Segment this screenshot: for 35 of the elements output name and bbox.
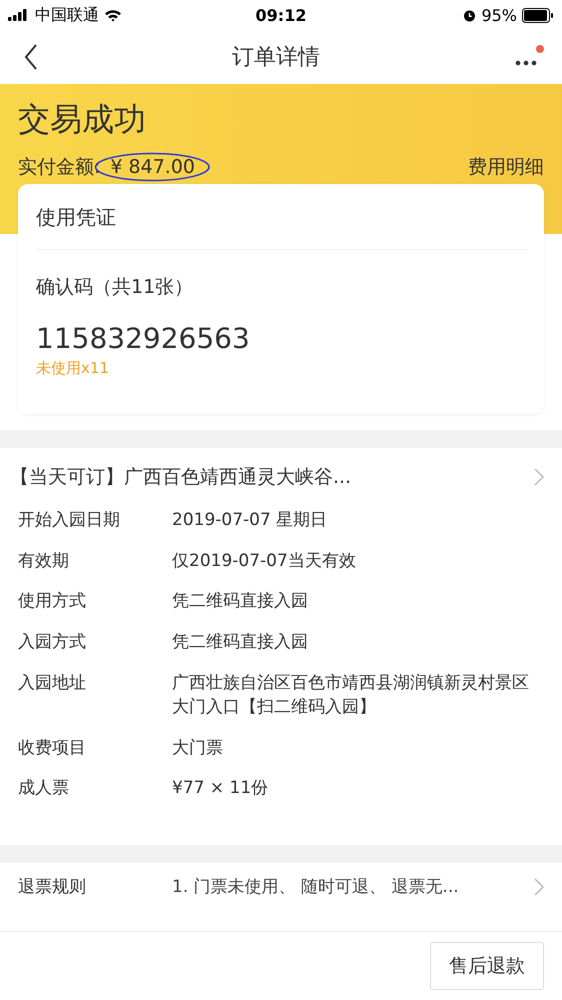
field-value: 凭二维码直接入园	[172, 590, 309, 614]
alarm-icon	[463, 8, 476, 22]
amount-value: ¥ 847.00	[110, 156, 196, 178]
field-label: 入园方式	[18, 630, 87, 654]
field-label: 开始入园日期	[18, 509, 121, 532]
refund-button[interactable]: 售后退款	[430, 942, 544, 990]
field-value: 仅2019-07-07当天有效	[172, 550, 357, 573]
wifi-icon	[104, 8, 122, 22]
field-label: 有效期	[18, 550, 70, 573]
field-label: 入园地址	[18, 672, 87, 695]
battery-icon	[522, 8, 554, 22]
refund-rule-label: 退票规则	[18, 876, 87, 898]
field-value: 2019-07-07 星期日	[172, 509, 328, 532]
chevron-icon	[534, 878, 544, 896]
usage-status: 未使用x11	[36, 359, 110, 378]
back-icon[interactable]	[24, 44, 38, 70]
field-value: 大门票	[172, 736, 224, 760]
field-label: 成人票	[18, 777, 70, 800]
field-value: ¥77 × 11份	[172, 777, 270, 800]
fee-details-link[interactable]: 费用明细	[468, 154, 544, 180]
page-title: 订单详情	[232, 44, 320, 72]
chevron-icon	[534, 468, 544, 486]
clock-time: 09:12	[256, 6, 306, 24]
refund-rule-text[interactable]: 1. 门票未使用、 随时可退、 退票无...	[172, 875, 534, 898]
code-label: 确认码（共11张）	[36, 275, 194, 300]
field-label: 使用方式	[18, 590, 87, 614]
order-status: 交易成功	[18, 99, 147, 140]
field-value: 凭二维码直接入园	[172, 630, 309, 654]
battery-percent: 95%	[481, 6, 517, 24]
field-value: 广西壮族自治区百色市靖西县湖润镇新灵村景区大门入口【扫二维码入园】	[172, 672, 530, 720]
field-label: 收费项目	[18, 736, 87, 760]
card-title: 使用凭证	[36, 184, 526, 250]
carrier-name: 中国联通	[35, 4, 99, 26]
confirmation-code: 115832926563	[36, 322, 251, 355]
product-title[interactable]: 【当天可订】广西百色靖西通灵大峡谷...	[10, 464, 352, 490]
